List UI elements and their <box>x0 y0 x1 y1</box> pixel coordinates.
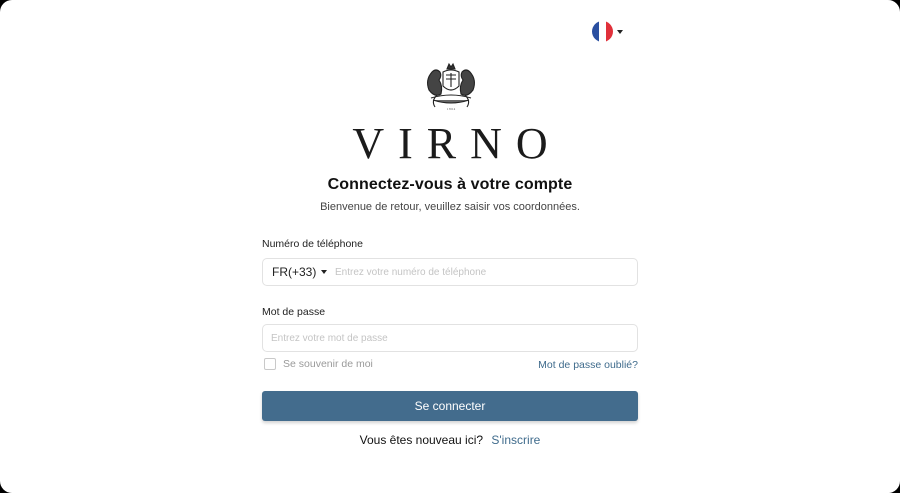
language-selector[interactable] <box>592 21 623 42</box>
remember-me[interactable]: Se souvenir de moi <box>264 358 373 370</box>
signup-link[interactable]: S'inscrire <box>491 433 540 447</box>
royal-crest-icon: 1 8 6 4 <box>426 62 476 111</box>
country-code-value: FR(+33) <box>272 265 317 279</box>
page-title: Connectez-vous à votre compte <box>327 176 573 193</box>
password-label: Mot de passe <box>262 306 326 318</box>
page-subtitle: Bienvenue de retour, veuillez saisir vos… <box>320 201 580 213</box>
phone-label: Numéro de téléphone <box>262 238 363 250</box>
flag-france-icon <box>592 21 613 42</box>
phone-field: FR(+33) <box>262 258 638 286</box>
remember-me-label: Se souvenir de moi <box>283 358 373 370</box>
signup-prompt: Vous êtes nouveau ici? <box>359 433 484 447</box>
login-button[interactable]: Se connecter <box>262 391 638 421</box>
password-field <box>262 324 638 352</box>
chevron-down-icon <box>321 270 328 274</box>
login-window: 1 8 6 4 VIRNO Connectez-vous à votre com… <box>0 0 900 493</box>
phone-input[interactable] <box>335 259 637 285</box>
password-input[interactable] <box>263 325 637 351</box>
country-code-select[interactable]: FR(+33) <box>263 259 335 285</box>
svg-text:1 8 6 4: 1 8 6 4 <box>447 107 456 111</box>
brand-logo-text: VIRNO <box>352 119 562 168</box>
signup-row: Vous êtes nouveau ici? S'inscrire <box>0 433 900 447</box>
chevron-down-icon <box>617 29 623 34</box>
remember-me-checkbox[interactable] <box>264 358 276 370</box>
forgot-password-link[interactable]: Mot de passe oublié? <box>538 359 638 371</box>
